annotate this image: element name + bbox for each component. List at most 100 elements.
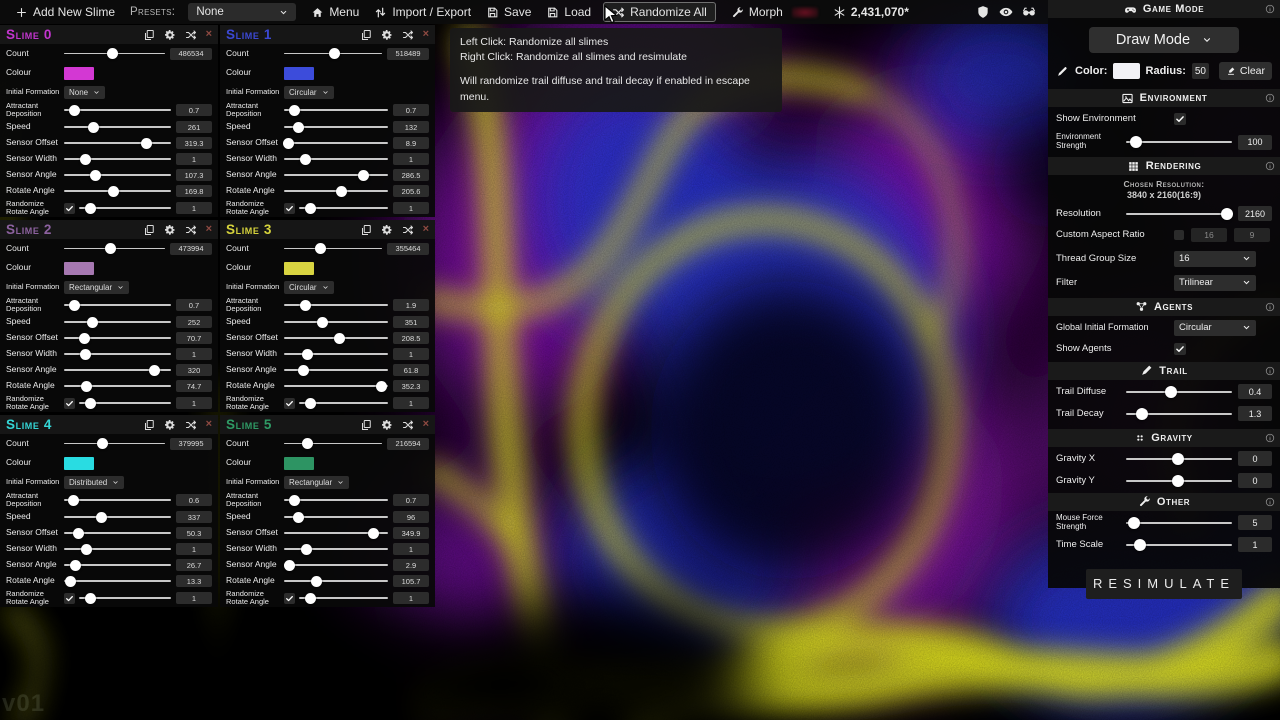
attractant-deposition-slider[interactable] bbox=[284, 494, 388, 507]
sensor-offset-slider[interactable] bbox=[64, 527, 171, 540]
sensor-offset-value[interactable]: 349.9 bbox=[393, 527, 429, 539]
colour-swatch[interactable] bbox=[64, 457, 94, 470]
sensor-angle-slider[interactable] bbox=[284, 169, 388, 182]
sensor-angle-value[interactable]: 61.8 bbox=[393, 364, 429, 376]
rotate-angle-value[interactable]: 352.3 bbox=[393, 380, 429, 392]
aspect-width-field[interactable]: 16 bbox=[1191, 228, 1227, 242]
resimulate-button[interactable]: RESIMULATE bbox=[1086, 569, 1242, 599]
speed-value[interactable]: 351 bbox=[393, 316, 429, 328]
randomize-all-button[interactable]: Randomize All bbox=[603, 2, 716, 22]
morph-button[interactable]: Morph bbox=[731, 5, 783, 19]
colour-swatch[interactable] bbox=[284, 262, 314, 275]
count-slider[interactable] bbox=[64, 437, 165, 450]
close-icon[interactable]: × bbox=[423, 29, 429, 40]
sensor-offset-slider[interactable] bbox=[284, 527, 388, 540]
gear-icon[interactable] bbox=[164, 419, 176, 431]
count-value[interactable]: 473994 bbox=[170, 243, 212, 255]
add-new-slime-button[interactable]: Add New Slime bbox=[15, 5, 115, 19]
randomize-rotate-angle-value[interactable]: 1 bbox=[393, 592, 429, 604]
sensor-width-value[interactable]: 1 bbox=[176, 348, 212, 360]
load-button[interactable]: Load bbox=[546, 5, 591, 19]
sensor-angle-slider[interactable] bbox=[284, 364, 388, 377]
shuffle-icon[interactable] bbox=[402, 224, 414, 236]
resolution-slider[interactable] bbox=[1126, 206, 1232, 221]
initial-formation-dropdown[interactable]: Circular bbox=[284, 86, 334, 99]
sensor-offset-value[interactable]: 70.7 bbox=[176, 332, 212, 344]
close-icon[interactable]: × bbox=[206, 224, 212, 235]
info-icon[interactable] bbox=[1265, 497, 1275, 507]
attractant-deposition-slider[interactable] bbox=[64, 494, 171, 507]
environment-strength-value[interactable]: 100 bbox=[1238, 135, 1272, 150]
draw-mode-dropdown[interactable]: Draw Mode bbox=[1089, 27, 1239, 53]
rotate-angle-value[interactable]: 74.7 bbox=[176, 380, 212, 392]
speed-slider[interactable] bbox=[284, 316, 388, 329]
initial-formation-dropdown[interactable]: None bbox=[64, 86, 105, 99]
sensor-width-value[interactable]: 1 bbox=[176, 153, 212, 165]
menu-button[interactable]: Menu bbox=[311, 5, 359, 19]
speed-slider[interactable] bbox=[64, 316, 171, 329]
count-slider[interactable] bbox=[284, 47, 382, 60]
count-value[interactable]: 486534 bbox=[170, 48, 212, 60]
attractant-deposition-slider[interactable] bbox=[64, 104, 171, 117]
duplicate-icon[interactable] bbox=[360, 29, 372, 41]
save-button[interactable]: Save bbox=[486, 5, 531, 19]
radius-value[interactable]: 50 bbox=[1192, 63, 1209, 79]
attractant-deposition-slider[interactable] bbox=[284, 299, 388, 312]
initial-formation-dropdown[interactable]: Circular bbox=[284, 281, 334, 294]
count-value[interactable]: 216594 bbox=[387, 438, 429, 450]
rotate-angle-slider[interactable] bbox=[64, 575, 171, 588]
randomize-rotate-angle-checkbox[interactable] bbox=[64, 398, 75, 409]
randomize-rotate-angle-value[interactable]: 1 bbox=[176, 202, 212, 214]
gear-icon[interactable] bbox=[381, 419, 393, 431]
sensor-offset-slider[interactable] bbox=[64, 137, 171, 150]
sensor-width-value[interactable]: 1 bbox=[393, 348, 429, 360]
presets-dropdown[interactable]: None bbox=[188, 3, 296, 21]
info-icon[interactable] bbox=[1265, 433, 1275, 443]
gravity-x-slider[interactable] bbox=[1126, 451, 1232, 466]
rotate-angle-value[interactable]: 205.6 bbox=[393, 185, 429, 197]
speed-value[interactable]: 96 bbox=[393, 511, 429, 523]
sensor-offset-slider[interactable] bbox=[64, 332, 171, 345]
sensor-offset-slider[interactable] bbox=[284, 137, 388, 150]
info-icon[interactable] bbox=[1265, 366, 1275, 376]
speed-value[interactable]: 337 bbox=[176, 511, 212, 523]
sensor-width-slider[interactable] bbox=[284, 153, 388, 166]
rotate-angle-slider[interactable] bbox=[284, 185, 388, 198]
colour-swatch[interactable] bbox=[64, 262, 94, 275]
sensor-angle-value[interactable]: 26.7 bbox=[176, 559, 212, 571]
speed-value[interactable]: 252 bbox=[176, 316, 212, 328]
sensor-angle-slider[interactable] bbox=[284, 559, 388, 572]
initial-formation-dropdown[interactable]: Rectangular bbox=[64, 281, 129, 294]
trail-decay-slider[interactable] bbox=[1126, 406, 1232, 421]
randomize-rotate-angle-checkbox[interactable] bbox=[64, 593, 75, 604]
eye-icon[interactable] bbox=[999, 5, 1013, 19]
info-icon[interactable] bbox=[1265, 302, 1275, 312]
rotate-angle-value[interactable]: 105.7 bbox=[393, 575, 429, 587]
duplicate-icon[interactable] bbox=[360, 224, 372, 236]
close-icon[interactable]: × bbox=[206, 29, 212, 40]
sensor-width-slider[interactable] bbox=[284, 543, 388, 556]
duplicate-icon[interactable] bbox=[143, 29, 155, 41]
close-icon[interactable]: × bbox=[423, 224, 429, 235]
speed-slider[interactable] bbox=[284, 121, 388, 134]
gravity-x-value[interactable]: 0 bbox=[1238, 451, 1272, 466]
rotate-angle-value[interactable]: 13.3 bbox=[176, 575, 212, 587]
close-icon[interactable]: × bbox=[423, 419, 429, 430]
custom-aspect-ratio-checkbox[interactable] bbox=[1174, 230, 1184, 240]
clear-button[interactable]: Clear bbox=[1219, 62, 1272, 80]
randomize-rotate-angle-checkbox[interactable] bbox=[284, 593, 295, 604]
count-slider[interactable] bbox=[284, 437, 382, 450]
speed-value[interactable]: 261 bbox=[176, 121, 212, 133]
randomize-rotate-angle-value[interactable]: 1 bbox=[176, 592, 212, 604]
global-initial-formation-dropdown[interactable]: Circular bbox=[1174, 320, 1256, 336]
shuffle-icon[interactable] bbox=[185, 29, 197, 41]
colour-swatch[interactable] bbox=[284, 457, 314, 470]
randomize-rotate-angle-slider[interactable] bbox=[79, 592, 171, 605]
sensor-angle-value[interactable]: 286.5 bbox=[393, 169, 429, 181]
gravity-y-slider[interactable] bbox=[1126, 473, 1232, 488]
import-export-button[interactable]: Import / Export bbox=[374, 5, 471, 19]
trail-decay-value[interactable]: 1.3 bbox=[1238, 406, 1272, 421]
show-agents-checkbox[interactable] bbox=[1174, 343, 1186, 355]
colour-swatch[interactable] bbox=[64, 67, 94, 80]
randomize-rotate-angle-checkbox[interactable] bbox=[284, 398, 295, 409]
